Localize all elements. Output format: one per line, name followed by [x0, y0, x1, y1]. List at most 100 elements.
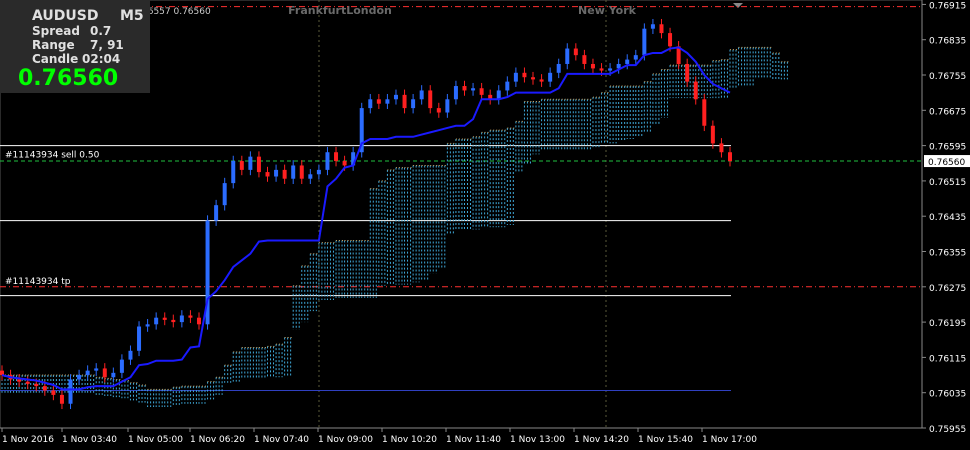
candle [68, 374, 73, 410]
x-tick-label: 1 Nov 05:00 [128, 435, 183, 445]
symbol-label: AUDUSD [32, 8, 99, 24]
candle-body [162, 317, 167, 320]
candle-body [445, 99, 450, 113]
candle-body [196, 317, 201, 325]
candle [179, 310, 184, 328]
current-price-tag-label: 0.76560 [928, 158, 965, 168]
candle [282, 164, 287, 184]
candle [488, 89, 493, 105]
candle-body [531, 77, 536, 80]
candle-body [299, 165, 304, 179]
candle-body [222, 183, 227, 206]
candle-body [119, 359, 124, 373]
candle [94, 363, 99, 376]
scroll-marker-icon [733, 3, 743, 8]
candle [162, 312, 167, 326]
y-tick-label: 0.76755 [929, 72, 966, 82]
header-price-text: 76557 0.76560 [142, 7, 211, 17]
x-tick-label: 1 Nov 17:00 [702, 435, 757, 445]
candle [693, 76, 698, 105]
candle [428, 85, 433, 114]
candle [102, 363, 107, 383]
candle-label: Candle [32, 52, 79, 66]
candle [445, 93, 450, 118]
candle-body [94, 368, 99, 371]
candle-body [137, 326, 142, 351]
baseline-line [1, 46, 731, 391]
y-tick-label: 0.76915 [929, 1, 966, 11]
candle [539, 74, 544, 87]
x-tick-label: 1 Nov 11:40 [446, 435, 501, 445]
candle-body [68, 379, 73, 404]
sell-order-label: #11143934 sell 0.50 [5, 151, 100, 161]
candle-body [77, 375, 82, 380]
candle [77, 369, 82, 385]
candle-body [548, 72, 553, 82]
candle-body [282, 169, 287, 179]
candle [145, 319, 150, 332]
candle-body [462, 86, 467, 91]
candle-body [171, 319, 176, 323]
candle [325, 146, 330, 176]
x-tick-label: 1 Nov 13:00 [510, 435, 565, 445]
x-tick-label: 1 Nov 14:20 [574, 435, 629, 445]
candle-body [685, 63, 690, 82]
candle [376, 93, 381, 109]
candle-body [702, 99, 707, 126]
candle-body [111, 372, 116, 378]
candle-body [436, 108, 441, 113]
candle [393, 89, 398, 105]
candle-body [308, 174, 313, 179]
candle [728, 146, 732, 167]
candle [188, 310, 193, 323]
candle [556, 58, 561, 79]
candle [436, 102, 441, 118]
candle-timer: 02:04 [82, 52, 121, 66]
candle [531, 71, 536, 85]
candle [334, 146, 339, 167]
candle-body [248, 156, 253, 170]
y-tick-label: 0.75955 [929, 425, 966, 435]
candle-body [428, 90, 433, 109]
range-value: 7, 91 [90, 38, 124, 52]
chart-window: FrankfurtLondon New York 76557 0.76560 #111… [0, 0, 970, 450]
candle [462, 80, 467, 96]
candle-body [608, 68, 613, 71]
y-tick-label: 0.76435 [929, 213, 966, 223]
x-tick-label: 1 Nov 2016 [2, 435, 54, 445]
session-label: FrankfurtLondon [288, 4, 392, 17]
candle [17, 374, 22, 387]
candle-body [582, 55, 587, 64]
x-tick-label: 1 Nov 06:20 [190, 435, 245, 445]
y-tick-label: 0.76595 [929, 143, 966, 153]
candle-body [625, 59, 630, 64]
candle [171, 314, 176, 328]
candle [265, 166, 270, 182]
x-tick-label: 1 Nov 10:20 [382, 435, 437, 445]
candle [351, 146, 356, 171]
candle [685, 58, 690, 87]
candle-body [479, 88, 484, 95]
candle-body [599, 68, 604, 71]
current-price-display: 0.76560 [18, 66, 119, 91]
candle-body [316, 169, 321, 175]
candle-body [85, 370, 90, 376]
y-tick-label: 0.76515 [929, 178, 966, 188]
candle [85, 365, 90, 381]
candle-body [239, 161, 244, 170]
candle-body [539, 79, 544, 82]
candle [256, 151, 261, 178]
y-tick-label: 0.76115 [929, 354, 966, 364]
candle-body [385, 99, 390, 104]
candle [710, 120, 715, 149]
candle-body [274, 169, 279, 177]
candle-body [590, 63, 595, 69]
candle-body [342, 161, 347, 166]
candle [196, 312, 201, 330]
candle [479, 82, 484, 101]
candle-body [154, 317, 159, 325]
candle [582, 49, 587, 70]
candle [650, 18, 655, 34]
candle [419, 85, 424, 105]
candle [676, 41, 681, 70]
